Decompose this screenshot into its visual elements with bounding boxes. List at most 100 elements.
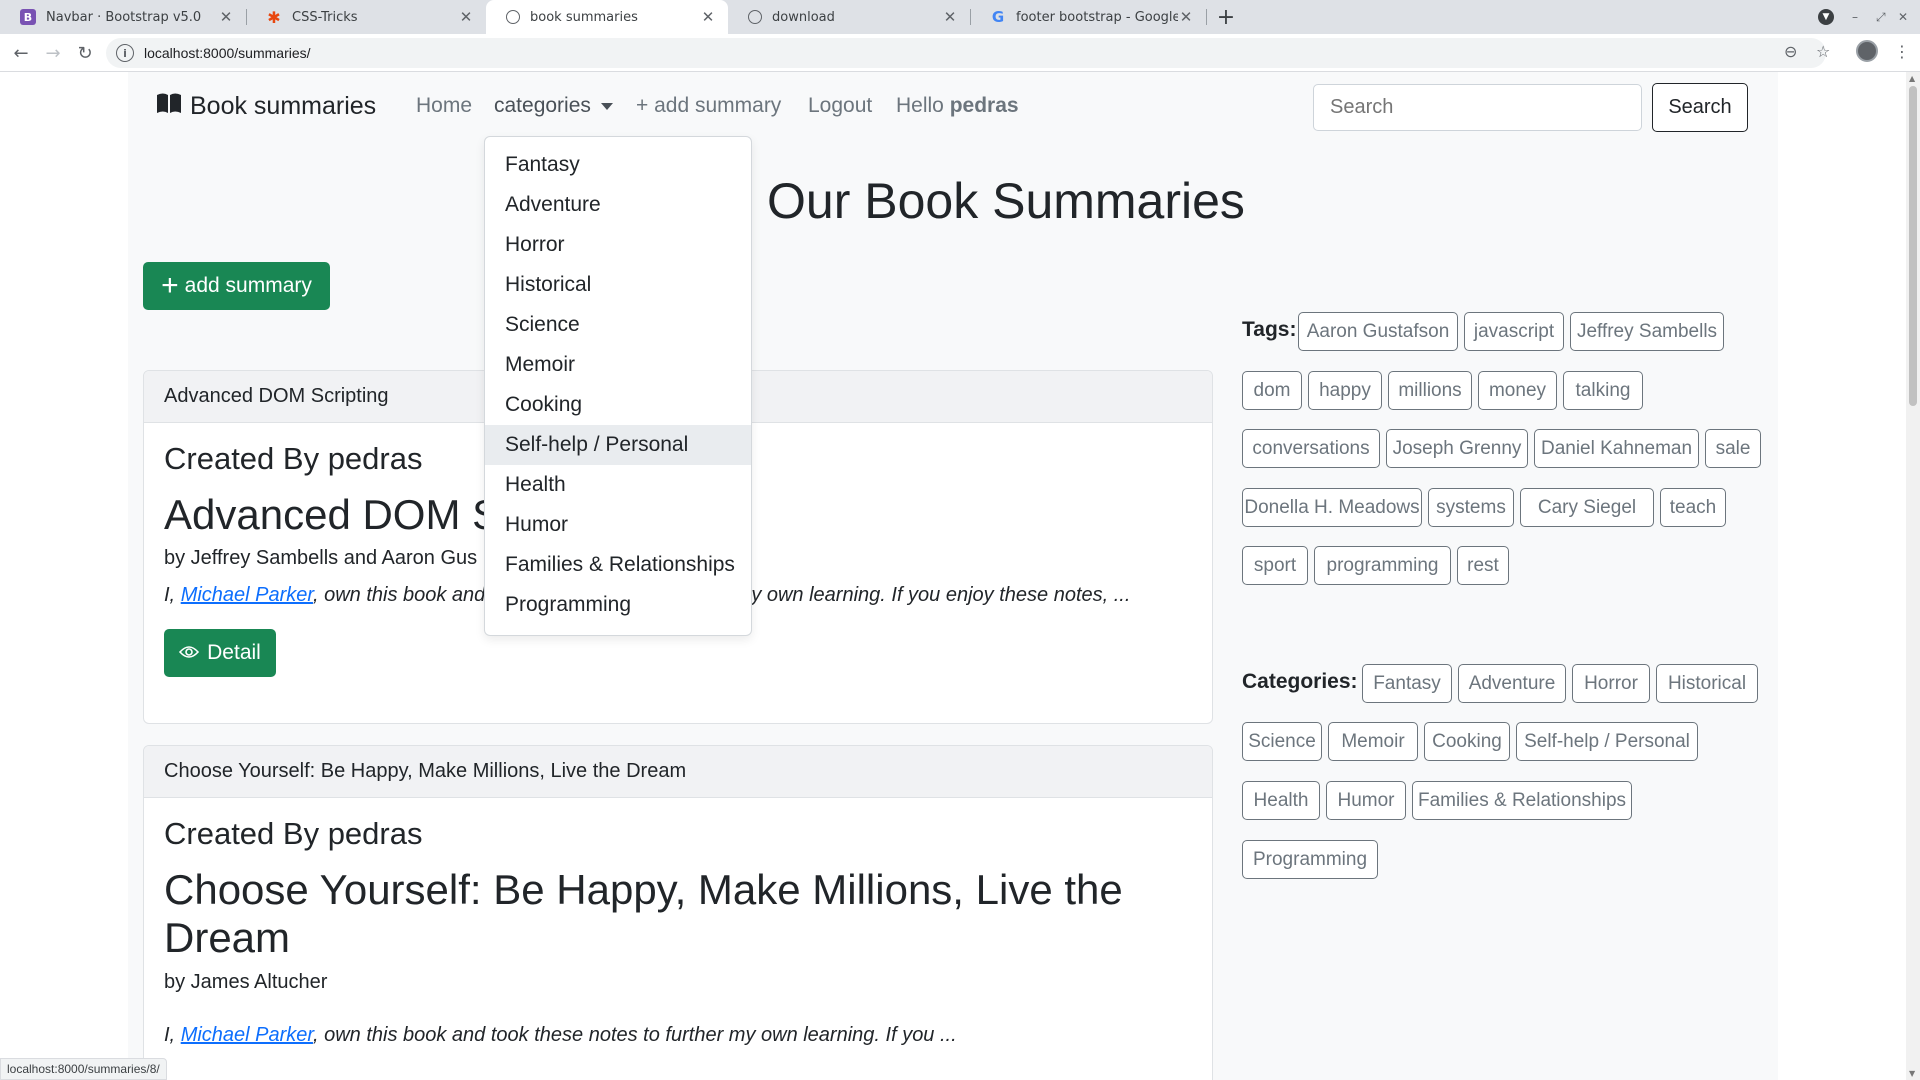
tab-title: CSS-Tricks — [292, 9, 358, 25]
category-chip[interactable]: Adventure — [1458, 664, 1566, 703]
tag-chip[interactable]: sale — [1705, 429, 1761, 468]
tag-chip[interactable]: money — [1478, 371, 1557, 410]
address-bar[interactable]: i localhost:8000/summaries/ — [106, 38, 1826, 68]
tag-chip[interactable]: systems — [1428, 488, 1514, 527]
minimize-icon[interactable]: – — [1852, 0, 1858, 34]
tag-chip[interactable]: programming — [1314, 546, 1451, 585]
card-header: Choose Yourself: Be Happy, Make Millions… — [144, 746, 1212, 798]
profile-avatar[interactable] — [1856, 40, 1878, 66]
tag-chip[interactable]: talking — [1563, 371, 1643, 410]
dropdown-item[interactable]: Adventure — [485, 185, 751, 225]
tag-chip[interactable]: conversations — [1242, 429, 1380, 468]
back-icon[interactable]: ← — [8, 40, 34, 66]
dropdown-item-hovered[interactable]: Self-help / Personal — [485, 425, 751, 465]
browser-toolbar: ← → ↻ i localhost:8000/summaries/ ⊖ ☆ ⋮ — [0, 34, 1920, 72]
tag-chip[interactable]: Aaron Gustafson — [1298, 312, 1458, 351]
browser-tab[interactable]: ✱ CSS-Tricks ✕ — [246, 0, 486, 34]
book-authors: by James Altucher — [164, 970, 328, 993]
tag-chip[interactable]: teach — [1660, 488, 1726, 527]
close-icon[interactable]: ✕ — [1178, 8, 1194, 26]
status-bar-url: localhost:8000/summaries/8/ — [0, 1058, 167, 1080]
window-close-icon[interactable]: ✕ — [1898, 0, 1908, 34]
browser-tab[interactable]: download ✕ — [728, 0, 970, 34]
dropdown-item[interactable]: Humor — [485, 505, 751, 545]
nav-logout[interactable]: Logout — [808, 94, 872, 118]
maximize-icon[interactable]: ⤢ — [1876, 0, 1886, 34]
eye-icon — [179, 643, 200, 664]
browser-tab-active[interactable]: book summaries ✕ — [486, 0, 728, 34]
close-icon[interactable]: ✕ — [942, 8, 958, 26]
close-icon[interactable]: ✕ — [700, 8, 716, 26]
add-summary-button[interactable]: + add summary — [143, 262, 330, 310]
nav-home[interactable]: Home — [416, 94, 472, 118]
close-icon[interactable]: ✕ — [458, 8, 474, 26]
nav-add-summary[interactable]: + add summary — [636, 94, 781, 118]
created-by: Created By pedras — [164, 816, 423, 851]
dropdown-item[interactable]: Health — [485, 465, 751, 505]
bookmark-star-icon[interactable]: ☆ — [1816, 42, 1830, 61]
category-chip[interactable]: Memoir — [1328, 722, 1418, 761]
dropdown-item[interactable]: Horror — [485, 225, 751, 265]
dropdown-item[interactable]: Science — [485, 305, 751, 345]
dropdown-item[interactable]: Historical — [485, 265, 751, 305]
tag-chip[interactable]: rest — [1457, 546, 1509, 585]
browser-tab[interactable]: B Navbar · Bootstrap v5.0 ✕ — [0, 0, 246, 34]
category-chip[interactable]: Health — [1242, 781, 1320, 820]
category-chip[interactable]: Humor — [1326, 781, 1406, 820]
info-icon[interactable]: i — [116, 44, 134, 62]
menu-kebab-icon[interactable]: ⋮ — [1894, 42, 1910, 61]
close-icon[interactable]: ✕ — [218, 8, 234, 26]
tag-chip[interactable]: Donella H. Meadows — [1242, 488, 1422, 527]
dropdown-item[interactable]: Fantasy — [485, 145, 751, 185]
tag-chip[interactable]: javascript — [1464, 312, 1564, 351]
category-chip[interactable]: Cooking — [1424, 722, 1510, 761]
book-excerpt: I, Michael Parker, own this book and too… — [164, 1024, 1192, 1047]
categories-label: categories — [494, 94, 591, 117]
zoom-icon[interactable]: ⊖ — [1784, 42, 1797, 61]
browser-tab[interactable]: G footer bootstrap - Google Sear ✕ — [970, 0, 1206, 34]
new-tab-icon[interactable]: + — [1212, 0, 1240, 34]
nav-categories-dropdown[interactable]: categories — [494, 94, 613, 118]
tag-chip[interactable]: Jeffrey Sambells — [1570, 312, 1724, 351]
dropdown-item[interactable]: Families & Relationships — [485, 545, 751, 585]
category-chip[interactable]: Families & Relationships — [1412, 781, 1632, 820]
scrollbar-thumb[interactable] — [1909, 86, 1917, 406]
dropdown-item[interactable]: Memoir — [485, 345, 751, 385]
search-button[interactable]: Search — [1652, 83, 1748, 132]
tag-chip[interactable]: Joseph Grenny — [1386, 429, 1528, 468]
category-chip[interactable]: Horror — [1572, 664, 1650, 703]
tag-chip[interactable]: Cary Siegel — [1520, 488, 1654, 527]
dropdown-item[interactable]: Programming — [485, 585, 751, 625]
category-chip[interactable]: Self-help / Personal — [1516, 722, 1698, 761]
tag-chip[interactable]: millions — [1388, 371, 1472, 410]
search-input[interactable] — [1313, 84, 1642, 131]
category-chip[interactable]: Fantasy — [1362, 664, 1452, 703]
excerpt-text-tail: y own learning. If you enjoy these notes… — [751, 584, 1131, 607]
author-link[interactable]: Michael Parker — [181, 1024, 313, 1046]
navbar-brand[interactable]: Book summaries — [156, 92, 376, 121]
page-scrollbar[interactable]: ▲ ▼ — [1906, 72, 1920, 1080]
author-link[interactable]: Michael Parker — [181, 584, 313, 606]
forward-icon[interactable]: → — [40, 40, 66, 66]
tab-search-icon[interactable]: ▼ — [1818, 0, 1834, 34]
page-title: Our Book Summaries — [767, 173, 1245, 229]
username: pedras — [949, 94, 1019, 117]
scroll-up-icon[interactable]: ▲ — [1909, 74, 1915, 83]
tab-title: footer bootstrap - Google Sear — [1016, 9, 1178, 25]
tag-chip[interactable]: sport — [1242, 546, 1308, 585]
tag-chip[interactable]: Daniel Kahneman — [1534, 429, 1699, 468]
excerpt-text: , own this book and — [312, 584, 486, 607]
detail-button[interactable]: Detail — [164, 629, 276, 678]
plus-icon: + — [161, 269, 179, 302]
category-chip[interactable]: Programming — [1242, 840, 1378, 879]
category-chip[interactable]: Science — [1242, 722, 1322, 761]
book-icon — [156, 92, 182, 121]
categories-label: Categories: — [1242, 670, 1358, 693]
reload-icon[interactable]: ↻ — [72, 40, 98, 66]
excerpt-text: , own this book and took these notes to … — [312, 1023, 957, 1046]
category-chip[interactable]: Historical — [1656, 664, 1758, 703]
dropdown-item[interactable]: Cooking — [485, 385, 751, 425]
tag-chip[interactable]: happy — [1308, 371, 1382, 410]
tag-chip[interactable]: dom — [1242, 371, 1302, 410]
scroll-down-icon[interactable]: ▼ — [1909, 1069, 1915, 1078]
